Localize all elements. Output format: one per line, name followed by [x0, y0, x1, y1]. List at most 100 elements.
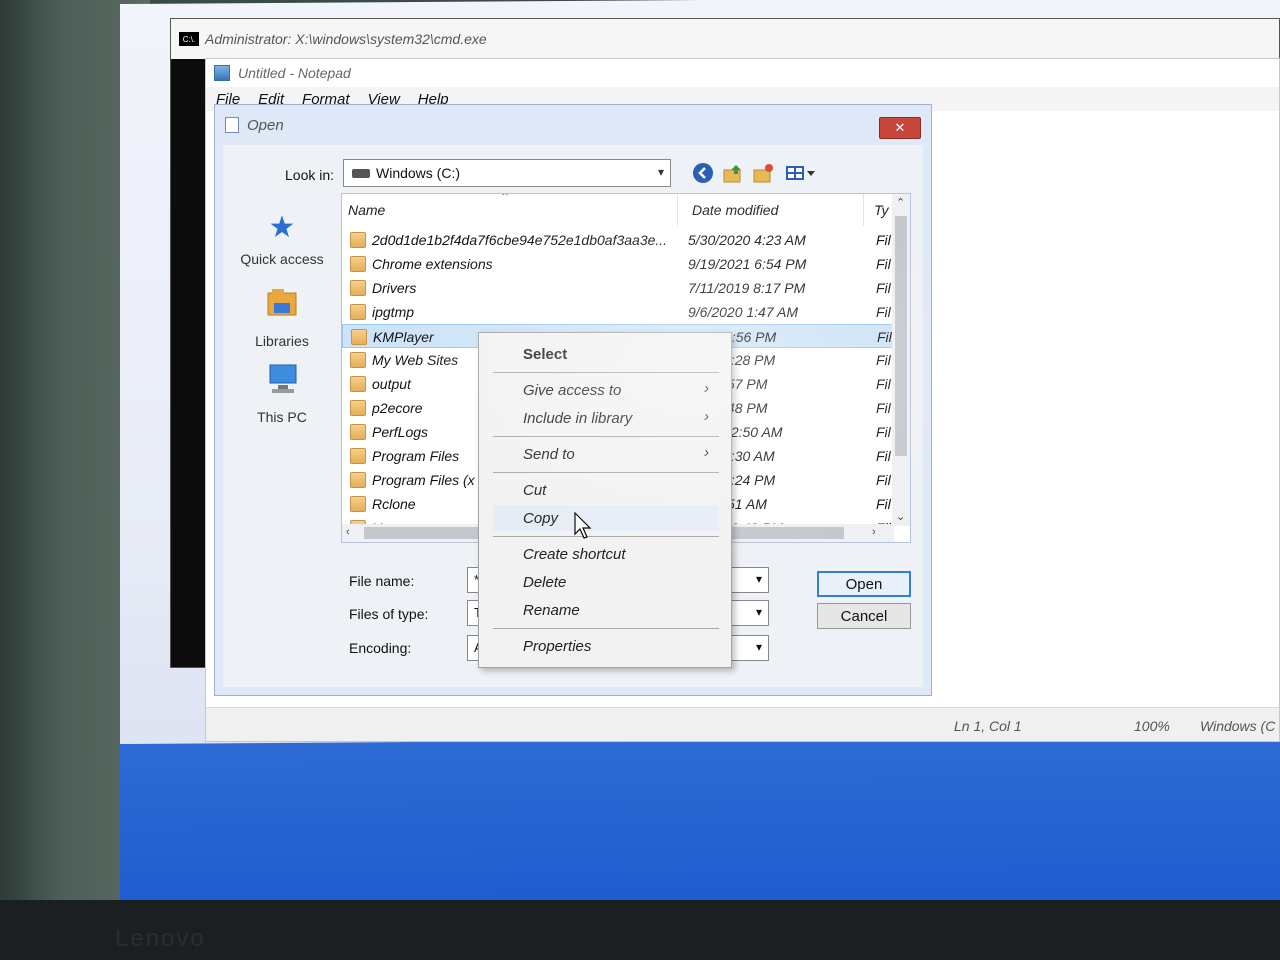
place-label: Libraries	[255, 333, 309, 349]
computer-icon	[223, 363, 341, 403]
cancel-button[interactable]: Cancel	[817, 603, 911, 629]
menu-item-label: Give access to	[523, 381, 622, 399]
dialog-title: Open	[247, 116, 284, 134]
menu-item-cut[interactable]: Cut	[493, 477, 719, 503]
notepad-icon	[214, 65, 230, 81]
mouse-cursor-icon	[574, 512, 592, 539]
column-label: Ty	[874, 202, 889, 218]
file-name: 2d0d1de1b2f4da7f6cbe94e752e1db0af3aa3e..…	[372, 232, 668, 248]
column-header-name[interactable]: Name ⌃	[342, 194, 678, 226]
chevron-right-icon: ›	[704, 408, 709, 425]
menu-separator	[493, 536, 719, 537]
file-row[interactable]: ipgtmp 9/6/2020 1:47 AM Fil	[342, 300, 894, 324]
star-icon: ★	[268, 211, 296, 244]
menu-item-properties[interactable]: Properties	[493, 633, 719, 659]
scroll-left-icon[interactable]: ‹	[346, 526, 350, 538]
open-button[interactable]: Open	[817, 571, 911, 597]
desktop-background	[120, 735, 1280, 915]
chevron-right-icon: ›	[704, 444, 709, 461]
view-grid-icon	[786, 166, 815, 180]
menu-item-include-in-library[interactable]: Include in library ›	[493, 405, 719, 431]
status-position: Ln 1, Col 1	[954, 718, 1022, 734]
file-name-label: File name:	[349, 573, 415, 589]
place-quick-access[interactable]: ★ Quick access	[223, 211, 341, 267]
column-label: Name	[348, 202, 386, 218]
file-row[interactable]: 2d0d1de1b2f4da7f6cbe94e752e1db0af3aa3e..…	[342, 228, 894, 252]
status-zoom: 100%	[1134, 718, 1170, 734]
vertical-scrollbar[interactable]: ⌃ ⌄	[892, 194, 910, 526]
menu-item-select[interactable]: Select	[493, 341, 719, 367]
notepad-statusbar: Ln 1, Col 1 100% Windows (C	[206, 707, 1279, 741]
chevron-right-icon: ›	[704, 380, 709, 397]
menu-item-copy[interactable]: Copy	[493, 505, 719, 531]
dialog-icon	[225, 117, 239, 133]
menu-item-label: Send to	[523, 445, 575, 463]
menu-item-rename[interactable]: Rename	[493, 597, 719, 623]
chevron-down-icon[interactable]: ▾	[756, 640, 762, 654]
chevron-down-icon: ▾	[657, 165, 664, 179]
back-arrow-icon	[693, 163, 713, 183]
file-date: 5/30/2020 4:23 AM	[688, 232, 806, 248]
menu-separator	[493, 628, 719, 629]
folder-icon	[350, 424, 366, 440]
view-menu-button[interactable]	[783, 161, 819, 185]
folder-icon	[350, 280, 366, 296]
folder-icon	[351, 329, 367, 345]
file-date: 7/11/2019 8:17 PM	[688, 280, 806, 296]
menu-item-delete[interactable]: Delete	[493, 569, 719, 595]
file-name: Chrome extensions	[372, 256, 493, 272]
places-bar: ★ Quick access Libraries This PC	[223, 193, 341, 633]
cmd-titlebar[interactable]: C:\. Administrator: X:\windows\system32\…	[171, 19, 1279, 59]
folder-icon	[350, 232, 366, 248]
file-name: Drivers	[372, 280, 417, 296]
context-menu[interactable]: Select Give access to › Include in libra…	[478, 332, 732, 668]
scroll-down-icon[interactable]: ⌄	[896, 510, 905, 523]
folder-icon	[350, 352, 366, 368]
up-folder-button[interactable]	[721, 161, 745, 185]
drive-icon	[352, 168, 370, 178]
notepad-titlebar[interactable]: Untitled - Notepad	[206, 59, 1279, 87]
sort-ascending-icon: ⌃	[500, 193, 511, 204]
menu-item-create-shortcut[interactable]: Create shortcut	[493, 541, 719, 567]
column-header-date[interactable]: Date modified	[678, 194, 864, 226]
file-date: 9/6/2020 1:47 AM	[688, 304, 799, 320]
monitor-brand: Lenovo	[115, 925, 206, 952]
cmd-title: Administrator: X:\windows\system32\cmd.e…	[205, 31, 487, 47]
look-in-label: Look in:	[285, 167, 335, 183]
chevron-down-icon[interactable]: ▾	[756, 572, 762, 586]
notepad-title: Untitled - Notepad	[238, 65, 351, 81]
new-folder-button[interactable]	[751, 161, 775, 185]
folder-icon	[350, 304, 366, 320]
column-label: Date modified	[692, 202, 779, 218]
scroll-up-icon[interactable]: ⌃	[896, 196, 905, 209]
file-row[interactable]: Drivers 7/11/2019 8:17 PM Fil	[342, 276, 894, 300]
menu-item-give-access[interactable]: Give access to ›	[493, 377, 719, 403]
menu-separator	[493, 436, 719, 437]
place-libraries[interactable]: Libraries	[223, 287, 341, 349]
file-date: 9/19/2021 6:54 PM	[688, 256, 807, 272]
status-encoding: Windows (C	[1200, 718, 1276, 734]
menu-separator	[493, 472, 719, 473]
libraries-icon	[223, 287, 341, 327]
column-header-type[interactable]: Ty	[864, 194, 894, 226]
scroll-right-icon[interactable]: ›	[872, 526, 876, 538]
chevron-down-icon[interactable]: ▾	[756, 605, 762, 619]
close-button[interactable]: ✕	[879, 117, 921, 139]
file-name: ipgtmp	[372, 304, 415, 320]
vertical-scroll-thumb[interactable]	[895, 216, 907, 456]
look-in-value: Windows (C:)	[376, 165, 461, 181]
folder-icon	[350, 472, 366, 488]
menu-item-send-to[interactable]: Send to ›	[493, 441, 719, 467]
back-button[interactable]	[691, 161, 715, 185]
dialog-titlebar[interactable]: Open	[215, 105, 931, 145]
cmd-icon: C:\.	[179, 32, 199, 46]
menu-item-label: Include in library	[523, 409, 633, 427]
new-folder-icon	[753, 164, 773, 183]
place-this-pc[interactable]: This PC	[223, 363, 341, 425]
folder-icon	[350, 256, 366, 272]
file-row[interactable]: Chrome extensions 9/19/2021 6:54 PM Fil	[342, 252, 894, 276]
look-in-dropdown[interactable]: Windows (C:) ▾	[343, 159, 671, 187]
place-label: Quick access	[240, 251, 324, 267]
up-folder-icon	[723, 165, 741, 183]
folder-icon	[350, 496, 366, 512]
